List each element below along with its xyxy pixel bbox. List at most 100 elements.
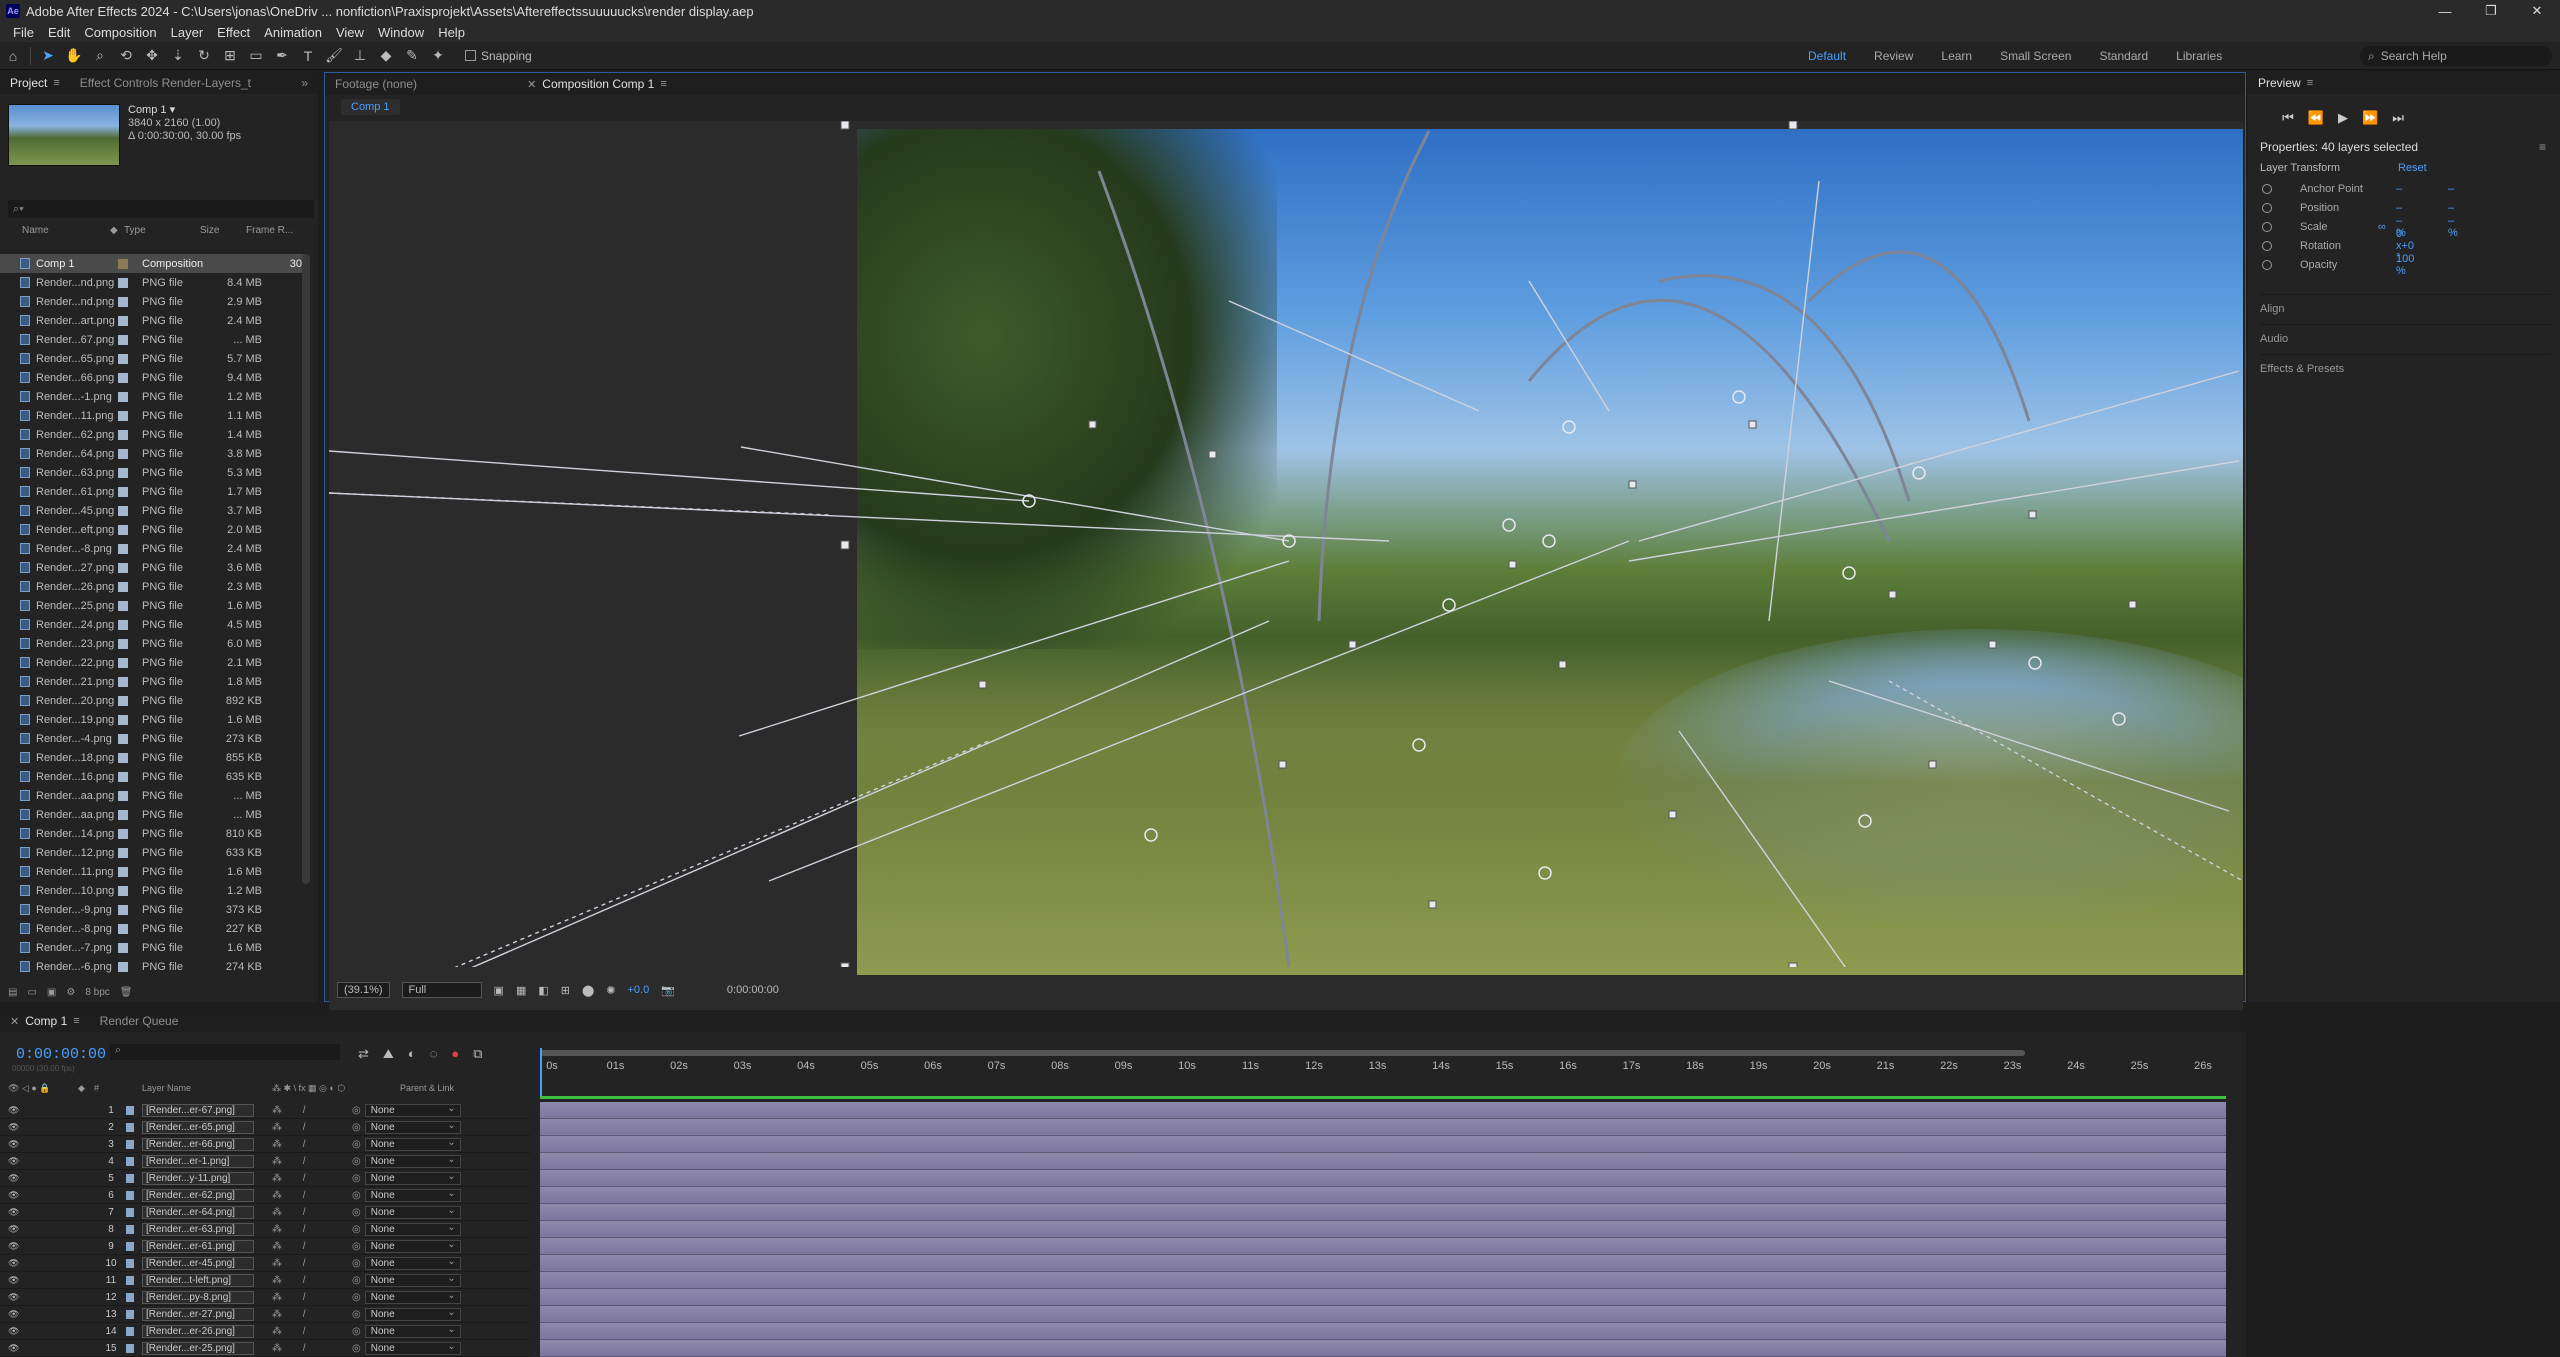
- pickwhip-icon[interactable]: ◎: [352, 1275, 361, 1286]
- parent-select[interactable]: None: [364, 1205, 461, 1219]
- project-item[interactable]: Render...10.png PNG file 1.2 MB: [0, 881, 306, 900]
- layer-name[interactable]: [Render...er-62.png]: [142, 1188, 254, 1202]
- snapping-toggle[interactable]: Snapping: [465, 49, 532, 63]
- snapshot-icon[interactable]: 📷: [661, 984, 675, 997]
- graph-editor-icon[interactable]: ⧉: [473, 1046, 482, 1062]
- layer-track-bar[interactable]: [540, 1187, 2226, 1204]
- layer-switches[interactable]: ⁂ /: [272, 1190, 352, 1201]
- minimize-icon[interactable]: —: [2422, 0, 2468, 22]
- layer-track-bar[interactable]: [540, 1340, 2226, 1357]
- project-item[interactable]: Render...11.png PNG file 1.1 MB: [0, 406, 306, 425]
- eye-icon[interactable]: 👁: [8, 1258, 19, 1269]
- label-swatch[interactable]: [118, 505, 128, 516]
- pickwhip-icon[interactable]: ◎: [352, 1241, 361, 1252]
- tab-composition[interactable]: ✕ Composition Comp 1 ≡: [517, 73, 677, 95]
- project-item[interactable]: Render...-1.png PNG file 1.2 MB: [0, 387, 306, 406]
- layer-track-bar[interactable]: [540, 1119, 2226, 1136]
- project-item[interactable]: Render...16.png PNG file 635 KB: [0, 767, 306, 786]
- label-swatch[interactable]: [118, 277, 128, 288]
- project-item[interactable]: Render...61.png PNG file 1.7 MB: [0, 482, 306, 501]
- eye-icon[interactable]: 👁: [8, 1122, 19, 1133]
- parent-select[interactable]: None: [364, 1188, 461, 1202]
- orbit-camera-icon[interactable]: ⟲: [115, 45, 137, 67]
- parent-select[interactable]: None: [364, 1256, 461, 1270]
- puppet-tool-icon[interactable]: ✦: [427, 45, 449, 67]
- layer-track-bar[interactable]: [540, 1289, 2226, 1306]
- label-icon[interactable]: ◆: [110, 225, 124, 236]
- label-swatch[interactable]: [118, 752, 128, 763]
- pickwhip-icon[interactable]: ◎: [352, 1292, 361, 1303]
- project-item[interactable]: Render...-8.png PNG file 2.4 MB: [0, 539, 306, 558]
- tab-render-queue[interactable]: Render Queue: [90, 1010, 189, 1032]
- project-item[interactable]: Render...-8.png PNG file 227 KB: [0, 919, 306, 938]
- current-timecode[interactable]: 0:00:00:00: [16, 1046, 106, 1063]
- layer-row[interactable]: 👁 4 [Render...er-1.png] ⁂ / ◎ None: [0, 1153, 530, 1170]
- viewer-timecode[interactable]: 0:00:00:00: [727, 984, 779, 996]
- project-item[interactable]: Render...23.png PNG file 6.0 MB: [0, 634, 306, 653]
- col-size[interactable]: Size: [200, 225, 246, 236]
- layer-track-bar[interactable]: [540, 1102, 2226, 1119]
- layer-handles-overlay[interactable]: [329, 121, 2243, 967]
- layer-switches[interactable]: ⁂ /: [272, 1105, 352, 1116]
- col-type[interactable]: Type: [124, 225, 200, 236]
- layer-tracks[interactable]: [540, 1102, 2226, 1357]
- col-name[interactable]: Name: [22, 225, 110, 236]
- label-swatch[interactable]: [118, 714, 128, 725]
- shy-layers-icon[interactable]: ◐: [408, 1046, 416, 1062]
- label-swatch[interactable]: [118, 866, 128, 877]
- new-comp-icon[interactable]: ▣: [47, 987, 56, 998]
- brush-tool-icon[interactable]: 🖌: [323, 45, 345, 67]
- pickwhip-icon[interactable]: ◎: [352, 1156, 361, 1167]
- guides-icon[interactable]: ⊞: [561, 984, 570, 997]
- layer-row[interactable]: 👁 10 [Render...er-45.png] ⁂ / ◎ None: [0, 1255, 530, 1272]
- project-item[interactable]: Render...20.png PNG file 892 KB: [0, 691, 306, 710]
- col-parent-link[interactable]: Parent & Link: [400, 1083, 454, 1093]
- layer-switches[interactable]: ⁂ /: [272, 1292, 352, 1303]
- composition-viewer[interactable]: [329, 121, 2243, 1037]
- layer-name[interactable]: [Render...er-63.png]: [142, 1222, 254, 1236]
- layer-name[interactable]: [Render...er-64.png]: [142, 1205, 254, 1219]
- layer-name[interactable]: [Render...y-11.png]: [142, 1171, 254, 1185]
- clone-stamp-icon[interactable]: ⊥: [349, 45, 371, 67]
- parent-select[interactable]: None: [364, 1103, 461, 1117]
- pickwhip-icon[interactable]: ◎: [352, 1207, 361, 1218]
- project-item[interactable]: Render...-4.png PNG file 273 KB: [0, 729, 306, 748]
- selection-tool-icon[interactable]: ➤: [37, 45, 59, 67]
- workspace-libraries[interactable]: Libraries: [2176, 49, 2222, 63]
- label-swatch[interactable]: [118, 410, 128, 421]
- pen-tool-icon[interactable]: ✒: [271, 45, 293, 67]
- label-swatch[interactable]: [118, 315, 128, 326]
- comp-flowchart-icon[interactable]: ⇄: [358, 1046, 369, 1062]
- layer-switches[interactable]: ⁂ /: [272, 1309, 352, 1320]
- last-frame-icon[interactable]: ⏭: [2392, 110, 2404, 126]
- eye-icon[interactable]: 👁: [8, 1343, 19, 1354]
- workspace-review[interactable]: Review: [1874, 49, 1913, 63]
- layer-row[interactable]: 👁 5 [Render...y-11.png] ⁂ / ◎ None: [0, 1170, 530, 1187]
- layer-name[interactable]: [Render...er-65.png]: [142, 1120, 254, 1134]
- stopwatch-icon[interactable]: [2262, 260, 2272, 270]
- close-icon[interactable]: ✕: [2514, 0, 2560, 22]
- workspace-standard[interactable]: Standard: [2099, 49, 2148, 63]
- zoom-tool-icon[interactable]: ⌕: [89, 45, 111, 67]
- label-swatch[interactable]: [118, 733, 128, 744]
- type-tool-icon[interactable]: T: [297, 45, 319, 67]
- layer-switches[interactable]: ⁂ /: [272, 1156, 352, 1167]
- layer-row[interactable]: 👁 7 [Render...er-64.png] ⁂ / ◎ None: [0, 1204, 530, 1221]
- project-item[interactable]: Render...11.png PNG file 1.6 MB: [0, 862, 306, 881]
- layer-track-bar[interactable]: [540, 1153, 2226, 1170]
- label-swatch[interactable]: [118, 429, 128, 440]
- selected-comp-name[interactable]: Comp 1 ▾: [128, 104, 241, 117]
- bpc-label[interactable]: 8 bpc: [85, 987, 109, 998]
- layer-track-bar[interactable]: [540, 1204, 2226, 1221]
- eye-icon[interactable]: 👁: [8, 1190, 19, 1201]
- section-audio[interactable]: Audio: [2260, 324, 2550, 345]
- new-folder-icon[interactable]: ▭: [27, 987, 36, 998]
- eraser-tool-icon[interactable]: ◆: [375, 45, 397, 67]
- pan-camera-icon[interactable]: ✥: [141, 45, 163, 67]
- layer-track-bar[interactable]: [540, 1136, 2226, 1153]
- layer-track-bar[interactable]: [540, 1221, 2226, 1238]
- project-item[interactable]: Render...aa.png PNG file ... MB: [0, 805, 306, 824]
- parent-select[interactable]: None: [364, 1324, 461, 1338]
- layer-row[interactable]: 👁 8 [Render...er-63.png] ⁂ / ◎ None: [0, 1221, 530, 1238]
- layer-switches[interactable]: ⁂ /: [272, 1224, 352, 1235]
